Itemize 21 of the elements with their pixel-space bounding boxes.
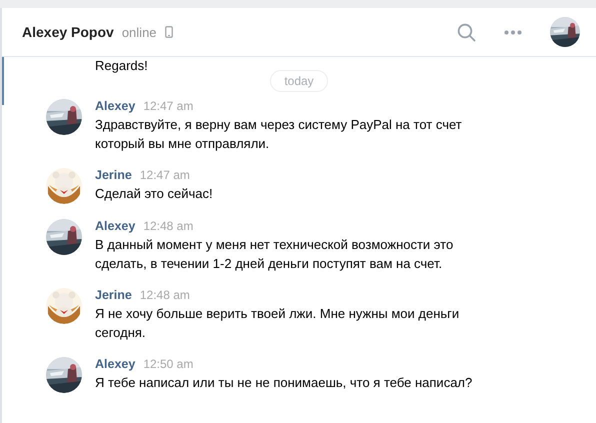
search-icon[interactable] [457,22,476,42]
author-name[interactable]: Alexey [95,219,136,233]
author-name[interactable]: Jerine [95,288,132,302]
message-text: Я тебе написал или ты не не понимаешь, что я тебе написал? [95,374,472,392]
message-time: 12:50 am [143,357,194,371]
message-text: В данный момент у меня нет технической возможности это сделать, в течении 1-2 дней деньги поступят вам на счет. [95,236,454,273]
message-text: Regards! [94,57,149,73]
message-text: Я не хочу больше верить твоей лжи. Мне нужны мои деньги сегодня. [95,305,460,342]
more-icon[interactable] [504,30,522,34]
message-text: Сделай это сейчас! [95,185,213,203]
date-divider: today [270,70,328,92]
message-text: Здравствуйте, я верну вам через систему PayPal на тот счет который вы мне отправляли. [95,116,463,153]
message-time: 12:47 am [143,99,194,113]
message-time: 12:48 am [143,219,194,233]
message-time: 12:47 am [140,168,190,182]
author-name[interactable]: Jerine [95,168,132,182]
online-status: online [122,24,157,40]
author-name[interactable]: Alexey [95,357,136,371]
contact-name: Alexey Popov [22,24,114,40]
author-name[interactable]: Alexey [95,99,136,113]
message-time: 12:48 am [140,288,190,302]
